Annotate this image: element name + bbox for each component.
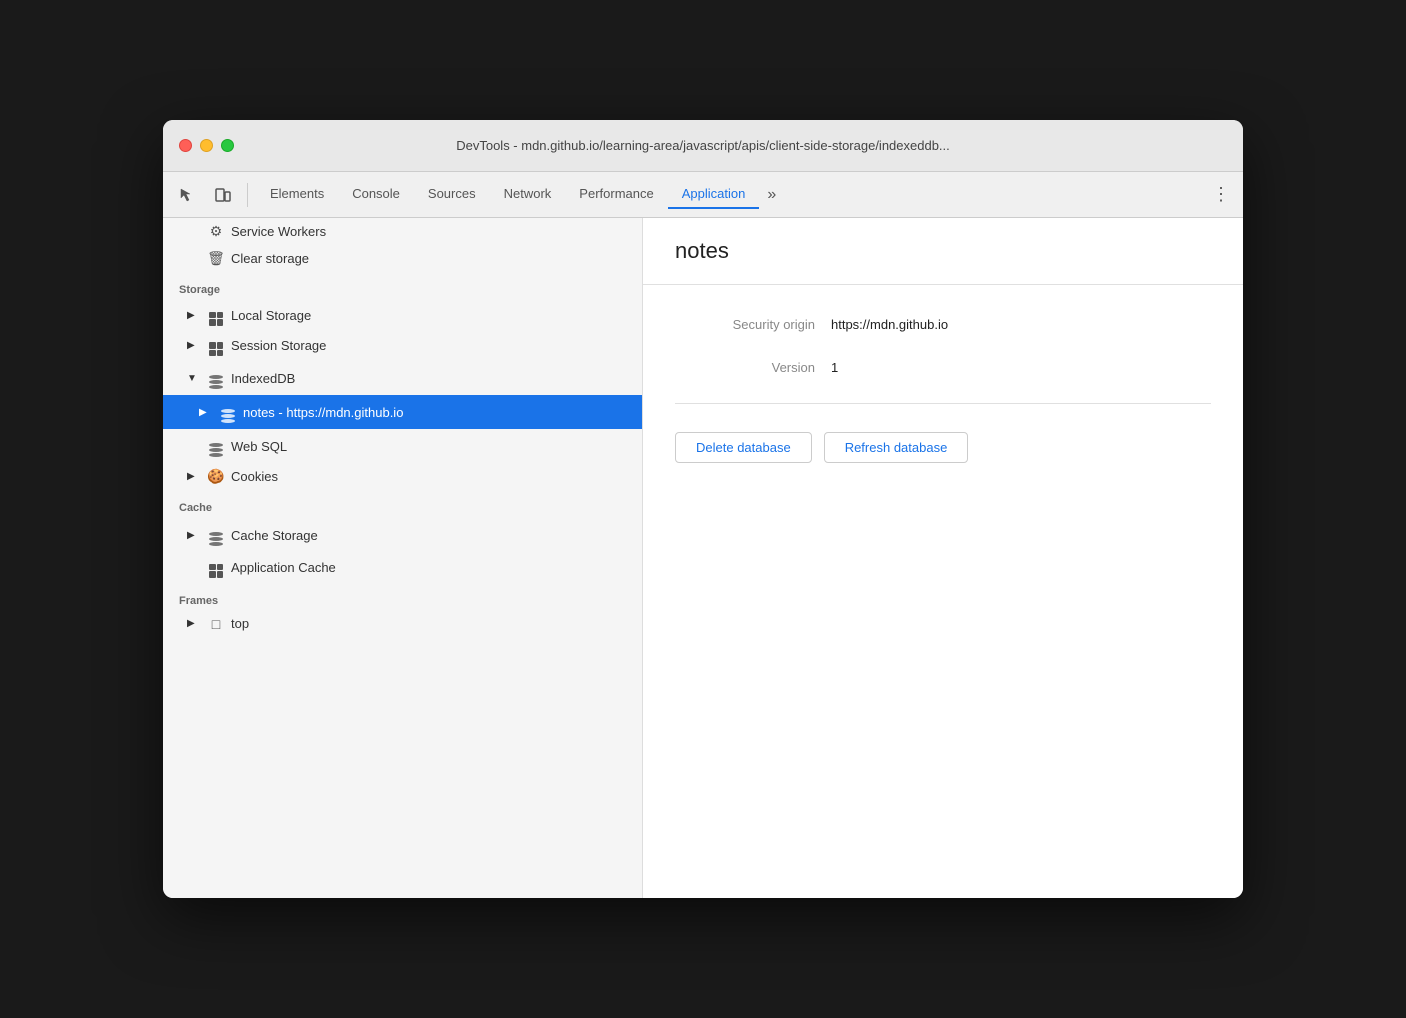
sidebar-item-websql[interactable]: Web SQL [163,429,642,463]
sidebar-item-notes-db[interactable]: ▶ notes - https://mdn.github.io [163,395,642,429]
content-panel: notes Security origin https://mdn.github… [643,218,1243,898]
device-icon [214,186,232,204]
tab-console[interactable]: Console [338,180,414,209]
database-icon [207,523,225,547]
sidebar-item-session-storage[interactable]: ▶ Session Storage [163,331,642,362]
version-value: 1 [831,360,838,375]
sidebar-label-indexeddb: IndexedDB [231,371,295,386]
sidebar-label-cookies: Cookies [231,469,278,484]
sidebar-label-session-storage: Session Storage [231,338,326,353]
grid-icon [207,336,225,357]
content-divider [675,403,1211,404]
chevron-right-icon: ▶ [199,407,213,418]
grid-icon [207,305,225,326]
delete-database-button[interactable]: Delete database [675,432,812,463]
window-title: DevTools - mdn.github.io/learning-area/j… [456,138,950,153]
security-origin-label: Security origin [675,317,815,332]
tab-network[interactable]: Network [490,180,566,209]
sidebar-label-top: top [231,616,249,631]
devtools-menu-button[interactable]: ⋮ [1207,181,1235,209]
tab-sources[interactable]: Sources [414,180,490,209]
tab-performance[interactable]: Performance [565,180,667,209]
chevron-down-icon: ▼ [187,373,201,384]
database-icon [207,366,225,390]
cursor-icon [178,186,196,204]
chevron-right-icon: ▶ [187,471,201,482]
sidebar-item-app-cache[interactable]: Application Cache [163,552,642,583]
chevron-right-icon: ▶ [187,618,201,629]
sidebar-label-local-storage: Local Storage [231,308,311,323]
tab-application[interactable]: Application [668,180,760,209]
chevron-right-icon: ▶ [187,340,201,351]
section-cache: Cache [163,490,642,518]
toolbar-divider [247,183,248,207]
grid-icon [207,557,225,578]
device-toggle-button[interactable] [207,179,239,211]
inspect-element-button[interactable] [171,179,203,211]
content-header: notes [643,218,1243,285]
chevron-right-icon: ▶ [187,530,201,541]
minimize-button[interactable] [200,139,213,152]
tab-bar: Elements Console Sources Network Perform… [256,180,1199,209]
section-frames: Frames [163,583,642,611]
tab-elements[interactable]: Elements [256,180,338,209]
sidebar-label-service-workers: Service Workers [231,224,326,239]
section-storage: Storage [163,272,642,300]
devtools-window: DevTools - mdn.github.io/learning-area/j… [163,120,1243,898]
action-buttons: Delete database Refresh database [675,432,1211,463]
sidebar-item-cache-storage[interactable]: ▶ Cache Storage [163,518,642,552]
sidebar-label-websql: Web SQL [231,439,287,454]
sidebar-label-cache-storage: Cache Storage [231,528,318,543]
sidebar-item-cookies[interactable]: ▶ 🍪 Cookies [163,463,642,490]
security-origin-row: Security origin https://mdn.github.io [675,317,1211,332]
version-label: Version [675,360,815,375]
version-row: Version 1 [675,360,1211,375]
traffic-lights [179,139,234,152]
toolbar: Elements Console Sources Network Perform… [163,172,1243,218]
content-title: notes [675,238,1211,264]
trash-icon: 🗑 [207,250,225,267]
database-icon [219,400,237,424]
sidebar-label-clear-storage: Clear storage [231,251,309,266]
security-origin-value: https://mdn.github.io [831,317,948,332]
maximize-button[interactable] [221,139,234,152]
sidebar-item-indexeddb[interactable]: ▼ IndexedDB [163,361,642,395]
more-tabs-button[interactable]: » [759,182,784,208]
close-button[interactable] [179,139,192,152]
gear-icon: ⚙ [207,223,225,240]
sidebar-item-clear-storage[interactable]: 🗑 Clear storage [163,245,642,272]
sidebar-item-top-frame[interactable]: ▶ □ top [163,611,642,637]
title-bar: DevTools - mdn.github.io/learning-area/j… [163,120,1243,172]
sidebar-item-local-storage[interactable]: ▶ Local Storage [163,300,642,331]
sidebar-item-service-workers[interactable]: ⚙ Service Workers [163,218,642,245]
frame-icon: □ [207,616,225,632]
refresh-database-button[interactable]: Refresh database [824,432,969,463]
sidebar-label-notes-db: notes - https://mdn.github.io [243,405,403,420]
cookie-icon: 🍪 [207,468,225,485]
main-layout: ⚙ Service Workers 🗑 Clear storage Storag… [163,218,1243,898]
database-icon [207,434,225,458]
sidebar: ⚙ Service Workers 🗑 Clear storage Storag… [163,218,643,898]
sidebar-label-app-cache: Application Cache [231,560,336,575]
content-body: Security origin https://mdn.github.io Ve… [643,285,1243,898]
chevron-right-icon: ▶ [187,310,201,321]
